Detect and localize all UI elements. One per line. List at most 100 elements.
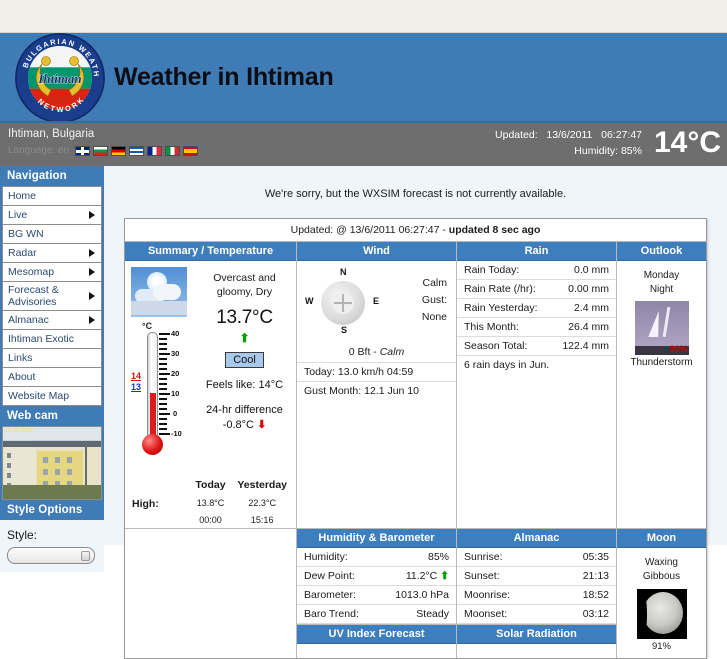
- humidity-value: Steady: [416, 608, 449, 620]
- flag-spain-icon[interactable]: [183, 145, 199, 156]
- flag-uk-icon[interactable]: [75, 145, 91, 156]
- sidebar-item-radar[interactable]: Radar: [2, 243, 102, 262]
- panel-humidity-barometer: Humidity & Barometer Humidity: 85% Dew P…: [296, 529, 456, 658]
- panel-outlook: Outlook Monday Night 30% Thunderstorm: [616, 242, 706, 528]
- compass-north-label: N: [340, 267, 347, 277]
- thermometer-label: -10: [171, 429, 182, 438]
- panel-summary-temperature: Summary / Temperature °C 40 30 20 10 0 -…: [125, 242, 296, 528]
- sidebar-item-links[interactable]: Links: [2, 348, 102, 367]
- sidebar-item-almanac[interactable]: Almanac: [2, 310, 102, 329]
- rain-key: Rain Rate (/hr):: [464, 283, 536, 295]
- outlook-caption: Thunderstorm: [630, 357, 693, 368]
- sidebar-item-about[interactable]: About: [2, 367, 102, 386]
- status-updated-line: Updated: 13/6/2011 06:27:47: [495, 127, 642, 143]
- almanac-value: 18:52: [582, 589, 609, 601]
- dashboard-updated-ago: updated 8 sec ago: [448, 224, 541, 236]
- panel-almanac: Almanac Sunrise: 05:35 Sunset: 21:13 Moo…: [456, 529, 616, 658]
- sidebar-item-bgwn[interactable]: BG WN: [2, 224, 102, 243]
- sidebar-item-label: About: [8, 371, 36, 383]
- sidebar-item-label: Radar: [8, 247, 37, 259]
- sidebar-item-ihtiman-exotic[interactable]: Ihtiman Exotic: [2, 329, 102, 348]
- location-label: Ihtiman, Bulgaria: [8, 128, 95, 140]
- humidity-key: Humidity:: [304, 551, 348, 563]
- style-label: Style:: [7, 528, 38, 542]
- flag-germany-icon[interactable]: [111, 145, 127, 156]
- temperature-trend-up-icon: ⬆: [239, 331, 250, 345]
- flag-france-icon[interactable]: [147, 145, 163, 156]
- outlook-when-line2: Night: [649, 284, 674, 295]
- weather-page: Ihtiman BULGARIAN WEATHER NETWORK Weathe…: [0, 0, 727, 659]
- thermometer-low-marker: 13: [131, 382, 142, 392]
- updated-date: 13/6/2011: [546, 129, 593, 141]
- compass-south-label: S: [341, 325, 348, 335]
- rain-value: 0.0 mm: [573, 264, 609, 276]
- humidity-value: 85%: [427, 551, 449, 563]
- sidebar-item-label: Website Map: [8, 390, 70, 402]
- panel-heading: Rain: [457, 242, 616, 261]
- style-options-body: Style:: [0, 520, 104, 572]
- compass-rose-icon: [321, 281, 365, 325]
- weather-condition-icon: [131, 267, 187, 317]
- summary-right: Overcast and gloomy, Dry 13.7°C ⬆ Cool F…: [197, 267, 292, 471]
- flag-bulgaria-icon[interactable]: [93, 145, 109, 156]
- sidebar-item-forecast-advisories[interactable]: Forecast & Advisories: [2, 281, 102, 310]
- flag-greece-icon[interactable]: [129, 145, 145, 156]
- wind-gust-month-value: Gust Month: 12.1 Jun 10: [304, 385, 419, 397]
- column-today: Today: [195, 479, 226, 491]
- sidebar-item-label: BG WN: [8, 228, 44, 240]
- rain-days-value: 6 rain days in Jun.: [464, 359, 550, 371]
- high-yesterday-time: 15:16: [250, 515, 274, 525]
- precipitation-probability: 30%: [669, 344, 688, 354]
- webcam-timestamp: 13.06.2011: [5, 428, 34, 434]
- wind-compass: N S W E: [303, 267, 389, 341]
- humidity-row: Baro Trend: Steady: [297, 605, 456, 624]
- sidebar-item-live[interactable]: Live: [2, 205, 102, 224]
- rain-key: Season Total:: [464, 340, 528, 352]
- condition-text: Overcast and gloomy, Dry: [213, 272, 276, 298]
- dashboard-row-top: Summary / Temperature °C 40 30 20 10 0 -…: [125, 242, 706, 528]
- almanac-row: Sunrise: 05:35: [457, 548, 616, 567]
- sidebar-item-website-map[interactable]: Website Map: [2, 386, 102, 406]
- sidebar-item-mesomap[interactable]: Mesomap: [2, 262, 102, 281]
- sidebar-item-label: Forecast & Advisories: [8, 284, 59, 308]
- style-options-heading: Style Options: [7, 504, 83, 516]
- webcam-image[interactable]: 13.06.2011: [2, 426, 102, 500]
- navigation-list: Home Live BG WN Radar Mesomap Forecast &…: [2, 186, 102, 406]
- rain-row: Rain Yesterday: 2.4 mm: [457, 299, 616, 318]
- main-content: We're sorry, but the WXSIM forecast is n…: [104, 166, 727, 659]
- summary-body: °C 40 30 20 10 0 -10 14 13 Overcast and …: [125, 261, 296, 473]
- thermometer-label: 0: [173, 409, 178, 418]
- humidity-row: Barometer: 1013.0 hPa: [297, 586, 456, 605]
- dew-point-number: 11.2°C: [405, 570, 438, 582]
- humidity-key: Dew Point:: [304, 570, 355, 582]
- outlook-when-line1: Monday: [643, 270, 680, 281]
- difference-number: -0.8°C: [222, 419, 255, 431]
- rain-value: 26.4 mm: [568, 321, 609, 333]
- wind-gust-value: None: [421, 311, 447, 323]
- browser-top-strip: [0, 0, 727, 33]
- wind-speed-value: Calm: [422, 277, 447, 289]
- sidebar-item-label: Live: [8, 209, 28, 221]
- status-humidity: Humidity: 85%: [574, 145, 642, 157]
- site-masthead: Ihtiman BULGARIAN WEATHER NETWORK Weathe…: [0, 30, 727, 123]
- sidebar-item-home[interactable]: Home: [2, 186, 102, 205]
- rain-row: This Month: 26.4 mm: [457, 318, 616, 337]
- page-title: Weather in Ihtiman: [114, 62, 334, 91]
- almanac-row: Moonrise: 18:52: [457, 586, 616, 605]
- style-select[interactable]: [7, 547, 95, 564]
- webcam-pole: [85, 443, 87, 491]
- almanac-row: Sunset: 21:13: [457, 567, 616, 586]
- flag-italy-icon[interactable]: [165, 145, 181, 156]
- almanac-key: Moonrise:: [464, 589, 511, 601]
- compass-east-label: E: [373, 296, 380, 306]
- chevron-right-icon: [89, 249, 95, 257]
- highlow-header-row: Today Yesterday: [125, 473, 296, 494]
- bulgarian-weather-network-logo-icon[interactable]: Ihtiman BULGARIAN WEATHER NETWORK: [12, 30, 108, 126]
- moon-illumination: 91%: [651, 641, 671, 652]
- high-today-value: 13.8°C: [196, 498, 225, 508]
- panel-spacer-left: [125, 529, 296, 658]
- high-yesterday-value: 22.3°C: [248, 498, 276, 508]
- language-selector[interactable]: Language: en: [8, 145, 199, 156]
- weather-dashboard: Updated: @ 13/6/2011 06:27:47 - updated …: [124, 218, 707, 659]
- rain-key: Rain Today:: [464, 264, 520, 276]
